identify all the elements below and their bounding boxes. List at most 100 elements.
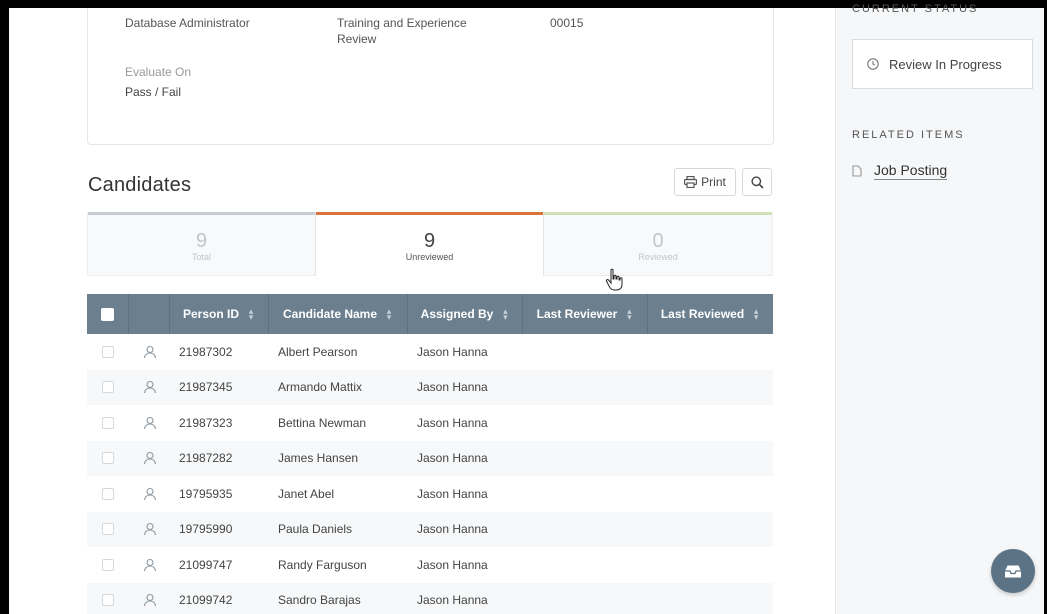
- column-header-person-id[interactable]: Person ID ▴ ▾: [170, 294, 269, 334]
- assigned-by-cell: Jason Hanna: [417, 593, 488, 608]
- person-id-cell: 19795990: [179, 522, 233, 537]
- person-icon: [129, 476, 170, 512]
- table-row[interactable]: 21987302 Albert Pearson Jason Hanna: [87, 334, 773, 370]
- candidate-name-cell: James Hansen: [278, 451, 359, 466]
- person-icon: [129, 583, 170, 614]
- tab-reviewed-count: 0: [652, 230, 664, 252]
- review-status-tabs: 9 Total 9 Unreviewed 0 Reviewed: [87, 212, 773, 276]
- last-reviewer-cell: [523, 512, 648, 548]
- table-row[interactable]: 19795990 Paula Daniels Jason Hanna: [87, 511, 773, 548]
- tab-reviewed-bar: [544, 212, 772, 215]
- person-icon: [129, 334, 170, 370]
- assigned-by-cell: Jason Hanna: [417, 415, 488, 430]
- tab-reviewed-label: Reviewed: [638, 252, 678, 262]
- row-select-cell: [87, 370, 129, 406]
- select-all-checkbox[interactable]: [101, 307, 114, 321]
- last-reviewer-cell: [523, 583, 648, 614]
- column-header-assigned-by[interactable]: Assigned By ▴ ▾: [408, 294, 523, 334]
- icon-column-header: [129, 294, 170, 334]
- sort-icon: ▴ ▾: [248, 306, 254, 322]
- column-header-label: Person ID: [182, 307, 239, 321]
- select-all-cell: [87, 294, 129, 334]
- assigned-by-cell: Jason Hanna: [417, 451, 488, 466]
- last-reviewed-cell: [648, 370, 773, 406]
- row-checkbox[interactable]: [102, 594, 114, 607]
- tab-reviewed[interactable]: 0 Reviewed: [544, 212, 773, 276]
- table-row[interactable]: 21987323 Bettina Newman Jason Hanna: [87, 405, 773, 441]
- last-reviewed-cell: [648, 512, 773, 548]
- assigned-by-cell: Jason Hanna: [417, 486, 488, 501]
- row-checkbox[interactable]: [102, 558, 114, 571]
- table-row[interactable]: 21099747 Randy Farguson Jason Hanna: [87, 547, 773, 583]
- person-id-cell: 21987323: [179, 415, 233, 430]
- table-row[interactable]: 19795935 Janet Abel Jason Hanna: [87, 476, 773, 512]
- table-row[interactable]: 21099742 Sandro Barajas Jason Hanna: [87, 582, 773, 614]
- tab-unreviewed-bar: [316, 212, 543, 215]
- column-header-last-reviewer[interactable]: Last Reviewer ▴ ▾: [523, 294, 648, 334]
- tab-unreviewed-label: Unreviewed: [405, 252, 454, 262]
- person-id-cell: 21099747: [179, 557, 233, 572]
- column-header-candidate-name[interactable]: Candidate Name ▴ ▾: [269, 294, 408, 334]
- inbox-icon: [1005, 565, 1021, 577]
- person-id-cell: 21987345: [179, 380, 233, 395]
- row-checkbox[interactable]: [102, 345, 114, 358]
- row-checkbox[interactable]: [102, 381, 114, 394]
- candidate-name-cell: Randy Farguson: [278, 557, 367, 572]
- last-reviewed-cell: [648, 441, 773, 477]
- column-header-last-reviewed[interactable]: Last Reviewed ▴ ▾: [648, 294, 773, 334]
- inbox-button[interactable]: [991, 549, 1035, 593]
- candidates-title: Candidates: [88, 174, 192, 196]
- last-reviewer-cell: [523, 334, 648, 370]
- last-reviewer-cell: [523, 547, 648, 583]
- row-checkbox[interactable]: [102, 416, 114, 429]
- table-row[interactable]: 21987282 James Hansen Jason Hanna: [87, 440, 773, 477]
- tab-total[interactable]: 9 Total: [87, 212, 315, 276]
- status-value: Review In Progress: [889, 56, 1002, 72]
- person-icon: [129, 370, 170, 406]
- evaluate-on-value: Pass / Fail: [125, 85, 182, 99]
- person-id-cell: 19795935: [179, 486, 233, 501]
- last-reviewed-cell: [648, 547, 773, 583]
- column-header-label: Last Reviewed: [660, 307, 745, 321]
- last-reviewer-cell: [523, 370, 648, 406]
- related-items-heading: RELATED ITEMS: [852, 129, 965, 141]
- assigned-by-cell: Jason Hanna: [417, 344, 488, 359]
- job-posting-label: Job Posting: [874, 162, 948, 180]
- candidates-table: Person ID ▴ ▾ Candidate Name ▴ ▾ Assigned …: [87, 294, 773, 614]
- assigned-by-cell: Jason Hanna: [417, 557, 488, 572]
- last-reviewed-cell: [648, 334, 773, 370]
- job-title: Database Administrator: [125, 16, 250, 30]
- clock-icon: [867, 58, 879, 70]
- last-reviewer-cell: [523, 405, 648, 441]
- ghost-text: NEO: [49, 54, 83, 70]
- table-header: Person ID ▴ ▾ Candidate Name ▴ ▾ Assigned …: [87, 294, 773, 334]
- row-select-cell: [87, 512, 129, 548]
- search-button[interactable]: [742, 168, 772, 196]
- candidate-name-cell: Sandro Barajas: [278, 593, 361, 608]
- candidate-name-cell: Paula Daniels: [278, 522, 353, 537]
- row-select-cell: [87, 583, 129, 614]
- person-id-cell: 21987302: [179, 344, 233, 359]
- tab-total-bar: [88, 212, 315, 215]
- print-button[interactable]: Print: [674, 168, 736, 196]
- table-row[interactable]: 21987345 Armando Mattix Jason Hanna: [87, 369, 773, 406]
- document-icon: [852, 165, 862, 177]
- last-reviewed-cell: [648, 476, 773, 512]
- last-reviewed-cell: [648, 583, 773, 614]
- row-checkbox[interactable]: [102, 487, 114, 500]
- tab-unreviewed[interactable]: 9 Unreviewed: [315, 212, 544, 276]
- tab-unreviewed-count: 9: [423, 230, 436, 252]
- assigned-by-cell: Jason Hanna: [417, 522, 488, 537]
- assigned-by-cell: Jason Hanna: [417, 380, 488, 395]
- column-header-label: Last Reviewer: [536, 307, 618, 321]
- hand-cursor-icon: [605, 268, 625, 297]
- job-posting-link[interactable]: Job Posting: [852, 162, 948, 180]
- row-select-cell: [87, 547, 129, 583]
- evaluate-on-label: Evaluate On: [125, 65, 192, 79]
- person-icon: [129, 547, 170, 583]
- row-checkbox[interactable]: [102, 523, 114, 536]
- row-select-cell: [87, 441, 129, 477]
- row-checkbox[interactable]: [102, 452, 114, 465]
- last-reviewer-cell: [523, 441, 648, 477]
- print-icon: [684, 176, 698, 188]
